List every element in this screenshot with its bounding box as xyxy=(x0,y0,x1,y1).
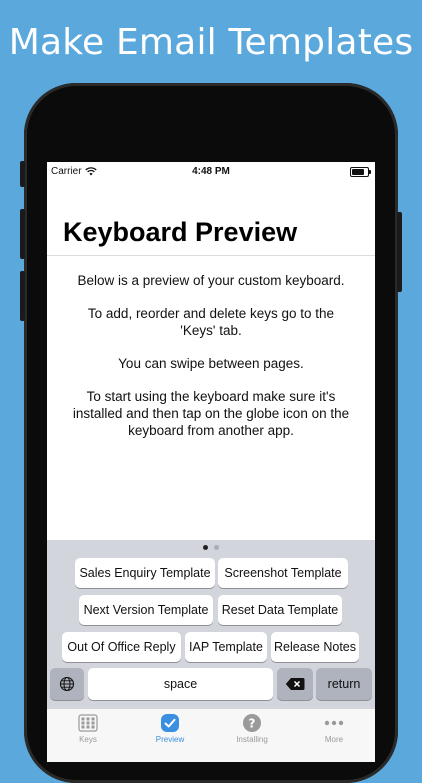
key-sales-enquiry-template[interactable]: Sales Enquiry Template xyxy=(75,558,215,588)
phone-side-button-left-2 xyxy=(20,209,25,259)
question-circle-icon: ? xyxy=(243,714,261,732)
key-reset-data-template[interactable]: Reset Data Template xyxy=(218,595,342,625)
page-indicator[interactable] xyxy=(47,545,375,550)
delete-key[interactable] xyxy=(277,668,313,700)
tab-more[interactable]: More xyxy=(293,713,375,744)
tab-keys-label: Keys xyxy=(79,735,97,744)
globe-icon xyxy=(59,676,75,692)
page-dot-active xyxy=(203,545,208,550)
space-key[interactable]: space xyxy=(88,668,273,700)
phone-screen: Carrier 4:48 PM Keyboard Preview Below i… xyxy=(47,162,375,762)
instructions-text: Below is a preview of your custom keyboa… xyxy=(61,272,361,455)
svg-text:?: ? xyxy=(249,717,256,731)
delete-backspace-icon xyxy=(285,678,305,690)
marketing-headline: Make Email Templates xyxy=(8,22,414,63)
instruction-paragraph: To start using the keyboard make sure it… xyxy=(72,389,350,438)
status-time: 4:48 PM xyxy=(192,166,230,177)
status-bar: Carrier 4:48 PM xyxy=(47,162,375,182)
key-release-notes[interactable]: Release Notes xyxy=(271,632,359,662)
more-dots-icon xyxy=(324,720,344,726)
page-dot xyxy=(214,545,219,550)
phone-side-button-right xyxy=(397,212,402,292)
title-divider xyxy=(47,255,375,256)
return-key[interactable]: return xyxy=(316,668,372,700)
key-iap-template[interactable]: IAP Template xyxy=(185,632,267,662)
tab-more-label: More xyxy=(324,735,344,744)
key-out-of-office-reply[interactable]: Out Of Office Reply xyxy=(62,632,181,662)
instruction-paragraph: You can swipe between pages. xyxy=(118,356,304,371)
keyboard-grid-icon xyxy=(78,714,98,732)
tab-preview[interactable]: Preview xyxy=(129,713,211,744)
tab-preview-label: Preview xyxy=(155,735,185,744)
checkmark-badge-icon xyxy=(161,714,179,732)
instruction-paragraph: Below is a preview of your custom keyboa… xyxy=(77,273,345,288)
phone-side-button-left-1 xyxy=(20,161,25,187)
tab-installing-label: Installing xyxy=(236,735,268,744)
battery-icon xyxy=(350,167,371,177)
tab-bar: Keys Preview ? Installing More xyxy=(47,708,375,762)
phone-side-button-left-3 xyxy=(20,271,25,321)
key-screenshot-template[interactable]: Screenshot Template xyxy=(218,558,348,588)
custom-keyboard: Sales Enquiry Template Screenshot Templa… xyxy=(47,540,375,708)
tab-installing[interactable]: ? Installing xyxy=(211,713,293,744)
instruction-paragraph: To add, reorder and delete keys go to th… xyxy=(87,306,335,338)
globe-key[interactable] xyxy=(50,668,84,700)
key-next-version-template[interactable]: Next Version Template xyxy=(79,595,213,625)
page-title: Keyboard Preview xyxy=(63,217,298,247)
tab-keys[interactable]: Keys xyxy=(47,713,129,744)
